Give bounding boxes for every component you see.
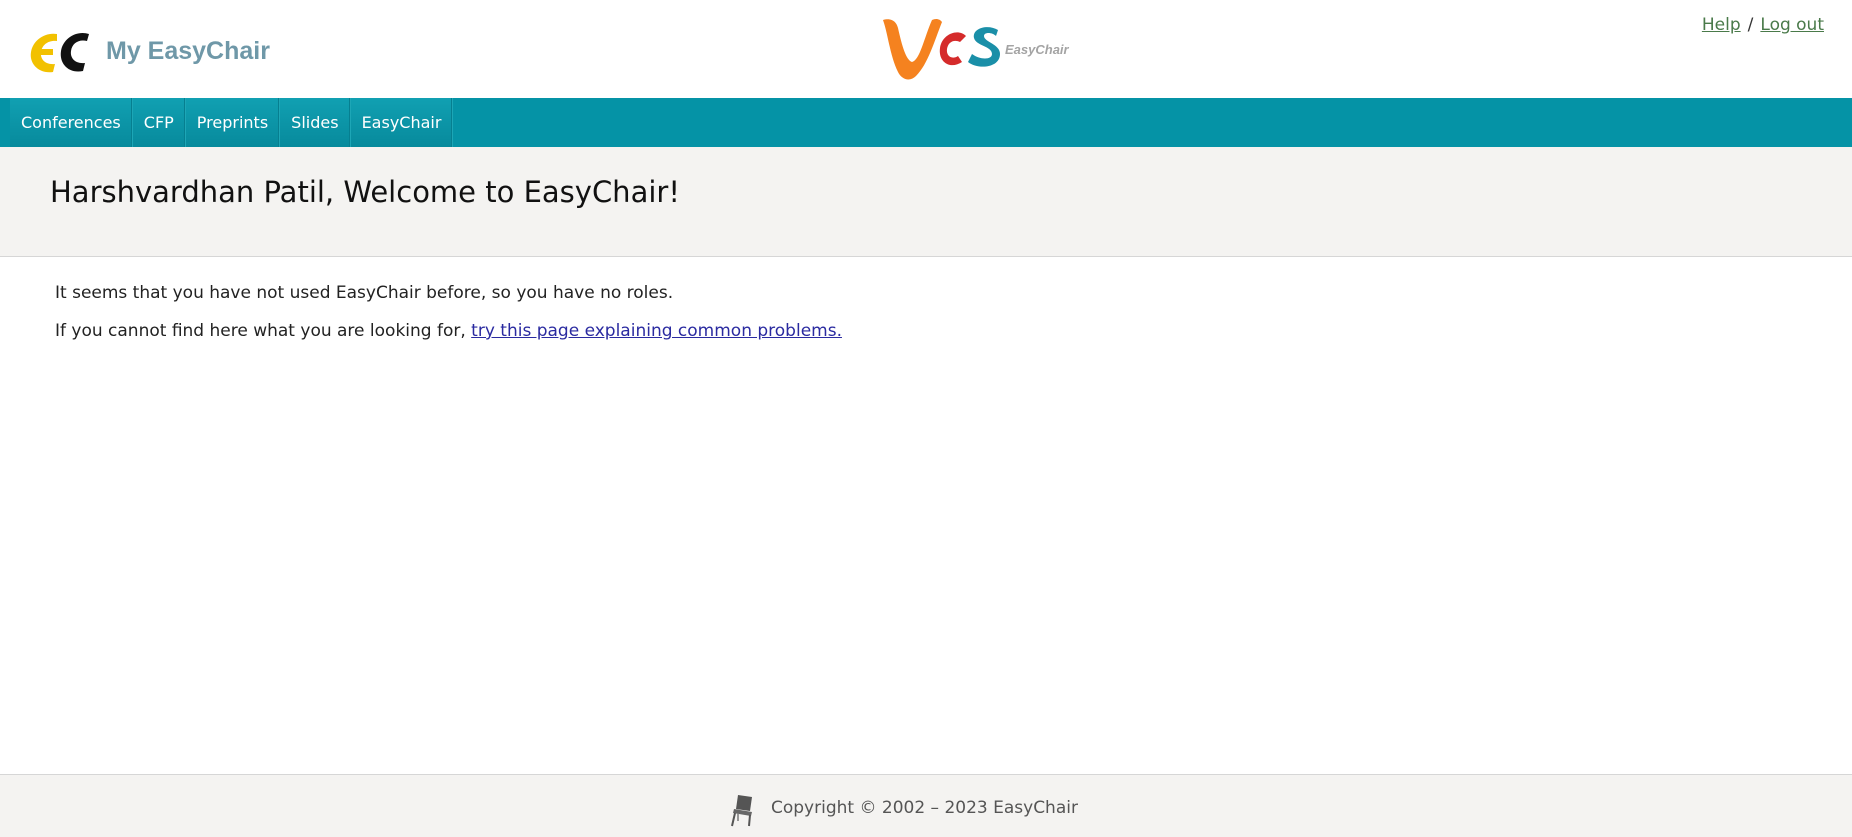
copyright-text: Copyright © 2002 – 2023 EasyChair <box>771 798 1078 818</box>
common-problems-link[interactable]: try this page explaining common problems… <box>471 321 842 341</box>
header: My EasyChair EasyChair Help / Log out <box>0 0 1852 98</box>
vcs-partner-logo <box>883 18 1000 80</box>
easychair-logo[interactable] <box>27 28 93 76</box>
nav-item-cfp[interactable]: CFP <box>132 98 186 147</box>
nav-item-slides[interactable]: Slides <box>280 98 351 147</box>
page-title: Harshvardhan Patil, Welcome to EasyChair… <box>50 175 680 209</box>
logout-link[interactable]: Log out <box>1760 15 1824 35</box>
link-separator: / <box>1747 15 1754 35</box>
nav-item-preprints[interactable]: Preprints <box>185 98 281 147</box>
help-link[interactable]: Help <box>1702 15 1741 35</box>
nav-item-easychair[interactable]: EasyChair <box>350 98 454 147</box>
help-prefix-text: If you cannot find here what you are loo… <box>55 321 472 341</box>
title-band: Harshvardhan Patil, Welcome to EasyChair… <box>0 147 1852 257</box>
top-links: Help / Log out <box>1702 15 1824 35</box>
nav-item-conferences[interactable]: Conferences <box>10 98 133 147</box>
no-roles-message: It seems that you have not used EasyChai… <box>55 283 674 303</box>
site-title[interactable]: My EasyChair <box>106 36 270 66</box>
main-nav: Conferences CFP Preprints Slides EasyCha… <box>0 98 1852 147</box>
vcs-logo-caption: EasyChair <box>1005 42 1069 57</box>
main-content: It seems that you have not used EasyChai… <box>55 283 842 359</box>
help-paragraph: If you cannot find here what you are loo… <box>55 321 842 342</box>
chair-icon <box>731 795 752 827</box>
footer: Copyright © 2002 – 2023 EasyChair <box>0 774 1852 837</box>
page: My EasyChair EasyChair Help / Log out Conf… <box>0 0 1852 837</box>
